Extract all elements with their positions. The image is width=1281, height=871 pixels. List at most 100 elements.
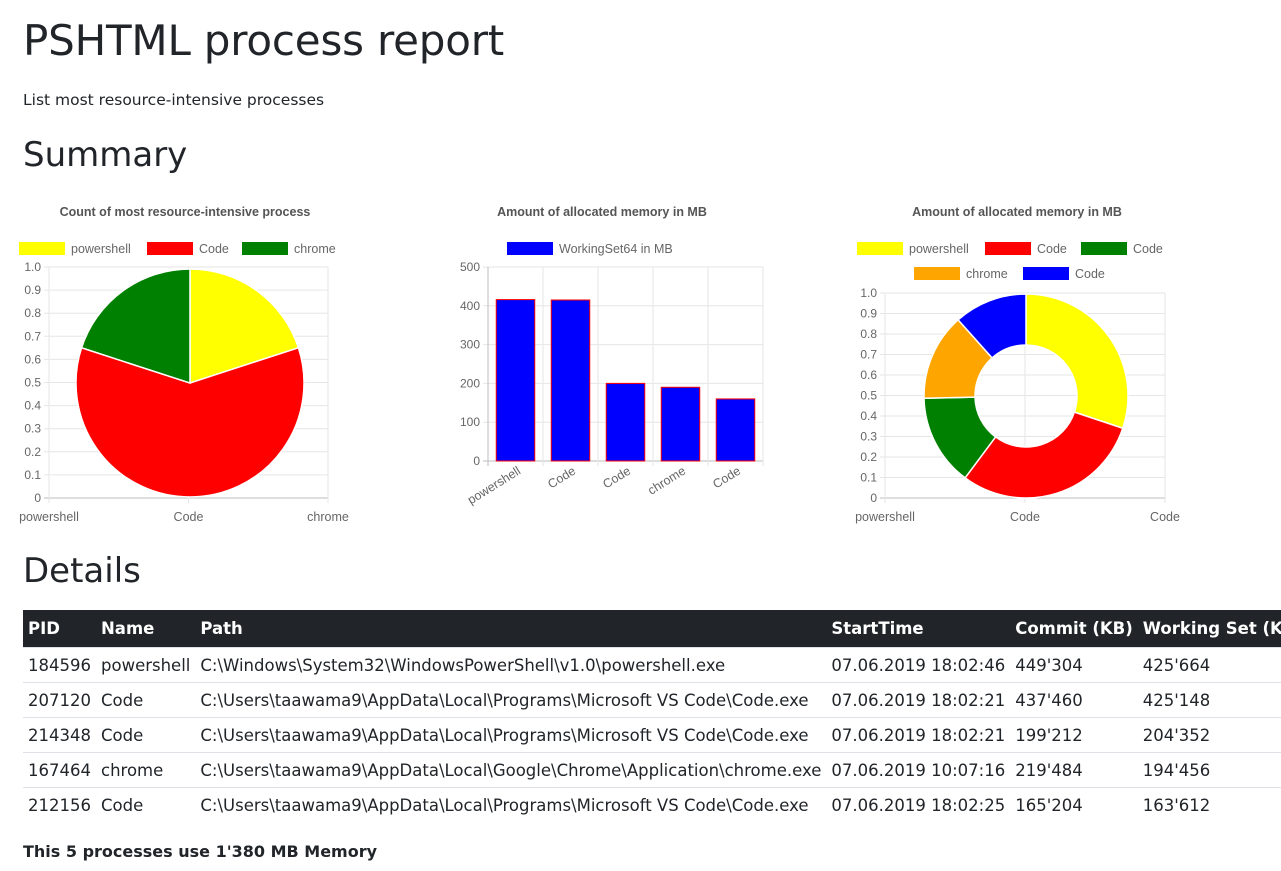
y-tick-label: 0.2 <box>860 450 877 464</box>
cell-name: Code <box>96 787 196 822</box>
bar <box>550 299 591 462</box>
legend-swatch <box>19 242 65 255</box>
column-header-working-set: Working Set (KB) <box>1142 619 1281 638</box>
legend-label: Code <box>1037 242 1067 256</box>
bar-chart-memory: Amount of allocated memory in MB WorkingS… <box>460 205 764 508</box>
cell-pid: 212156 <box>23 787 96 822</box>
legend-swatch <box>985 242 1031 255</box>
column-header-starttime: StartTime <box>831 619 924 638</box>
chart-title: Count of most resource-intensive process <box>60 205 311 219</box>
chart-title: Amount of allocated memory in MB <box>912 205 1122 219</box>
y-tick-label: 0 <box>34 491 41 505</box>
cell-starttime: 07.06.2019 18:02:21 <box>826 682 1011 718</box>
cell-path: C:\Users\taawama9\AppData\Local\Programs… <box>195 682 827 718</box>
cell-name: powershell <box>96 647 196 683</box>
legend-swatch <box>857 242 903 255</box>
y-tick-label: 500 <box>460 260 480 274</box>
pie-slice <box>964 411 1124 499</box>
table-header-row: PID Name Path StartTime Commit (KB) Work… <box>23 610 1281 648</box>
cell-commit: 219'484 <box>1010 752 1138 788</box>
y-tick-label: 0 <box>473 454 480 468</box>
cell-pid: 207120 <box>23 682 96 718</box>
legend-swatch <box>1023 267 1069 280</box>
legend-swatch <box>507 242 553 255</box>
pie-chart-process-count: Count of most resource-intensive process… <box>19 205 349 524</box>
cell-working-set: 425'664 <box>1137 647 1281 683</box>
cell-name: chrome <box>96 752 196 788</box>
legend-label: powershell <box>71 242 131 256</box>
summary-charts: Count of most resource-intensive process… <box>0 195 1258 535</box>
cell-path: C:\Users\taawama9\AppData\Local\Programs… <box>195 787 827 822</box>
y-tick-label: 0.6 <box>24 352 41 366</box>
y-tick-label: 0.1 <box>24 468 41 482</box>
bar <box>660 386 701 462</box>
doughnut-chart-memory: Amount of allocated memory in MB powershe… <box>855 205 1180 524</box>
process-table: PID Name Path StartTime Commit (KB) Work… <box>23 610 1281 822</box>
chart-title: Amount of allocated memory in MB <box>497 205 707 219</box>
column-header-commit: Commit (KB) <box>1015 619 1133 638</box>
y-tick-label: 1.0 <box>24 260 41 274</box>
x-tick-label: Code <box>1150 510 1180 524</box>
column-header-path: Path <box>200 619 243 638</box>
page-subtitle: List most resource-intensive processes <box>23 91 325 109</box>
cell-commit: 437'460 <box>1010 682 1138 718</box>
page-title: PSHTML process report <box>23 16 505 65</box>
cell-name: Code <box>96 717 196 753</box>
y-tick-label: 0.5 <box>860 389 877 403</box>
bar <box>715 398 756 462</box>
y-tick-label: 400 <box>460 299 480 313</box>
cell-starttime: 07.06.2019 18:02:46 <box>826 647 1011 683</box>
legend-label: powershell <box>909 242 969 256</box>
y-tick-label: 0.1 <box>860 471 877 485</box>
y-tick-label: 0.8 <box>24 306 41 320</box>
legend-label: WorkingSet64 in MB <box>559 242 673 256</box>
y-tick-label: 200 <box>460 376 480 390</box>
cell-pid: 167464 <box>23 752 96 788</box>
table-row: 167464 chrome C:\Users\taawama9\AppData\Lo… <box>23 752 1281 788</box>
cell-starttime: 07.06.2019 10:07:16 <box>826 752 1011 788</box>
cell-working-set: 425'148 <box>1137 682 1281 718</box>
y-tick-label: 0.3 <box>860 430 877 444</box>
y-tick-label: 0 <box>870 491 877 505</box>
x-tick-label: Code <box>710 464 743 492</box>
bar <box>605 382 646 462</box>
x-tick-label: Code <box>545 464 578 492</box>
memory-summary: This 5 processes use 1'380 MB Memory <box>23 842 378 861</box>
pie-slice <box>1025 293 1129 430</box>
details-heading: Details <box>23 551 141 591</box>
legend-label: Code <box>1075 267 1105 281</box>
table-row: 212156 Code C:\Users\taawama9\AppData\Loca… <box>23 787 1281 822</box>
cell-path: C:\Users\taawama9\AppData\Local\Google\C… <box>195 752 827 788</box>
cell-path: C:\Users\taawama9\AppData\Local\Programs… <box>195 717 827 753</box>
x-tick-label: chrome <box>645 464 688 498</box>
legend-label: Code <box>199 242 229 256</box>
y-tick-label: 0.7 <box>860 348 877 362</box>
x-tick-label: powershell <box>465 464 523 508</box>
legend-swatch <box>147 242 193 255</box>
column-header-name: Name <box>101 619 155 638</box>
cell-name: Code <box>96 682 196 718</box>
legend-swatch <box>914 267 960 280</box>
y-tick-label: 100 <box>460 415 480 429</box>
table-head: PID Name Path StartTime Commit (KB) Work… <box>23 610 1281 648</box>
cell-working-set: 194'456 <box>1137 752 1281 788</box>
cell-working-set: 204'352 <box>1137 717 1281 753</box>
y-tick-label: 1.0 <box>860 286 877 300</box>
y-tick-label: 0.9 <box>24 283 41 297</box>
x-tick-label: Code <box>1010 510 1040 524</box>
y-tick-label: 0.5 <box>24 376 41 390</box>
y-tick-label: 0.2 <box>24 445 41 459</box>
x-tick-label: powershell <box>19 510 79 524</box>
legend-label: Code <box>1133 242 1163 256</box>
bar <box>495 299 536 462</box>
cell-pid: 184596 <box>23 647 96 683</box>
cell-working-set: 163'612 <box>1137 787 1281 822</box>
x-tick-label: powershell <box>855 510 915 524</box>
cell-commit: 449'304 <box>1010 647 1138 683</box>
cell-commit: 199'212 <box>1010 717 1138 753</box>
cell-starttime: 07.06.2019 18:02:21 <box>826 717 1011 753</box>
table-row: 184596 powershell C:\Windows\System32\Wind… <box>23 647 1281 683</box>
y-tick-label: 0.4 <box>860 409 877 423</box>
column-header-pid: PID <box>28 619 60 638</box>
y-tick-label: 0.7 <box>24 329 41 343</box>
